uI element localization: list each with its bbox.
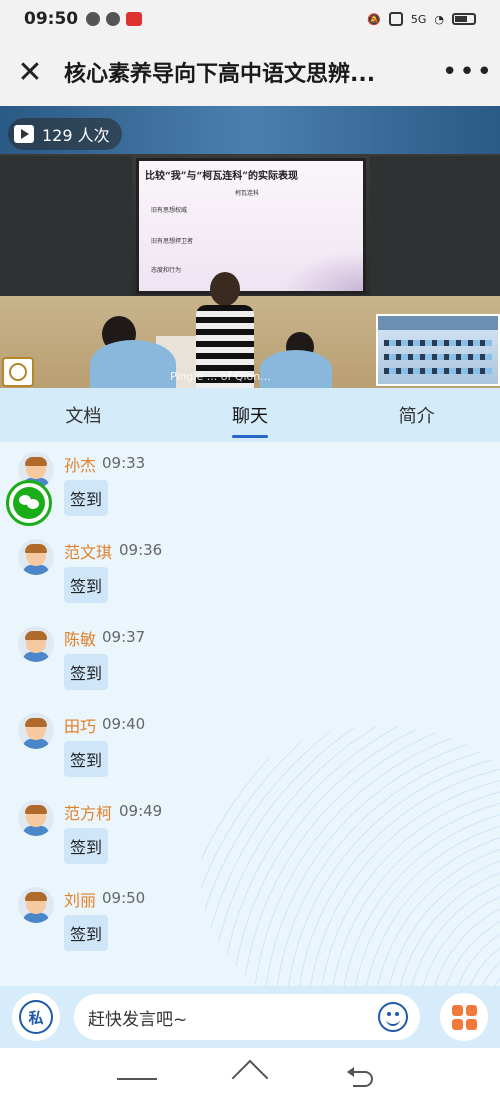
more-options-button[interactable]: ••• (436, 38, 500, 106)
student-figure (90, 340, 176, 388)
chat-input-placeholder: 赶快发言吧~ (88, 1009, 188, 1030)
play-icon (14, 125, 34, 143)
sender-name: 陈敏 (64, 630, 97, 649)
slide-title: 比较“我”与“柯瓦连科”的实际表现 (145, 171, 299, 182)
chat-message: 范方柯 09:49 签到 (18, 794, 478, 878)
close-button[interactable]: ✕ (0, 38, 60, 106)
chat-message: 孙杰 09:33 签到 (18, 446, 478, 530)
chat-message: 陈敏 09:37 签到 (18, 620, 478, 704)
blackboard-right (370, 156, 500, 296)
blackboard-left (0, 156, 132, 296)
tab-intro[interactable]: 简介 (333, 388, 500, 442)
message-bubble: 签到 (64, 567, 109, 603)
message-time: 09:50 (102, 889, 146, 907)
message-bubble: 签到 (64, 480, 109, 516)
message-time: 09:33 (102, 454, 146, 472)
tab-chat[interactable]: 聊天 (167, 388, 334, 442)
emoji-icon[interactable] (378, 1002, 408, 1032)
avatar[interactable] (18, 800, 54, 836)
chat-message: 范文琪 09:36 签到 (18, 533, 478, 617)
system-icons: 🔕 5G ◔ (367, 12, 476, 26)
sender-name: 范方柯 (64, 804, 113, 823)
sender-name: 范文琪 (64, 543, 113, 562)
hd-icon (388, 12, 403, 26)
app-notification-icon (126, 12, 143, 26)
slide-line: 旧有思想捍卫者 (151, 238, 194, 245)
message-time: 09:40 (102, 715, 146, 733)
message-time: 09:37 (102, 628, 146, 646)
school-logo (2, 357, 34, 387)
page-title: 核心素养导向下高中语文思辨... (64, 62, 376, 87)
slide-subtitle: 柯瓦连科 (235, 190, 260, 197)
chat-notification-icon (86, 12, 101, 26)
chat-message: 刘丽 09:50 签到 (18, 881, 478, 965)
chat-input[interactable]: 赶快发言吧~ (74, 994, 420, 1040)
message-bubble: 签到 (64, 741, 109, 777)
slide-line: 旧有思想权威 (151, 207, 188, 214)
avatar[interactable] (18, 887, 54, 923)
picture-in-picture-video[interactable] (376, 314, 500, 386)
wifi-icon: ◔ (434, 12, 444, 26)
home-icon (231, 1059, 269, 1097)
teacher-figure-head (210, 272, 240, 306)
close-icon: ✕ (17, 54, 43, 90)
network-label: 5G (410, 12, 427, 26)
private-message-button[interactable]: 私 (12, 993, 60, 1041)
input-bar: 私 赶快发言吧~ (0, 986, 500, 1048)
home-nav-button[interactable] (230, 1059, 270, 1099)
tab-bar: 文档 聊天 简介 (0, 388, 500, 442)
chat-message: 田巧 09:40 签到 (18, 707, 478, 791)
back-icon (347, 1067, 374, 1087)
message-time: 09:49 (119, 802, 163, 820)
title-bar: ✕ 核心素养导向下高中语文思辨... ••• (0, 38, 500, 106)
battery-icon (452, 13, 476, 25)
sender-name: 孙杰 (64, 456, 97, 475)
sender-name: 田巧 (64, 717, 97, 736)
private-label: 私 (19, 1000, 53, 1034)
avatar[interactable] (18, 713, 54, 749)
menu-nav-button[interactable] (116, 1059, 157, 1099)
projector-slide: 比较“我”与“柯瓦连科”的实际表现 柯瓦连科 旧有思想权威 旧有思想捍卫者 态度… (136, 158, 366, 294)
system-nav-bar (0, 1048, 500, 1110)
more-apps-button[interactable] (440, 993, 488, 1041)
sender-name: 刘丽 (64, 891, 97, 910)
student-figure (260, 350, 332, 388)
wechat-icon (13, 487, 45, 519)
video-watermark: Pingle ... of Qion... (170, 370, 271, 383)
link-notification-icon (106, 12, 121, 26)
avatar[interactable] (18, 626, 54, 662)
tab-documents[interactable]: 文档 (0, 388, 167, 442)
view-count-badge: 129 人次 (8, 118, 122, 150)
view-count: 129 人次 (42, 126, 110, 145)
avatar[interactable] (18, 539, 54, 575)
chat-list[interactable]: 孙杰 09:33 签到 范文琪 09:36 签到 陈敏 09:37 签到 田巧 … (0, 442, 500, 986)
slide-decoration (283, 251, 363, 291)
message-bubble: 签到 (64, 654, 109, 690)
message-bubble: 签到 (64, 828, 109, 864)
mute-icon: 🔕 (367, 12, 381, 26)
status-bar: 09:50 🔕 5G ◔ (0, 0, 500, 38)
wechat-share-button[interactable] (6, 480, 52, 526)
message-bubble: 签到 (64, 915, 109, 951)
notification-icons (86, 12, 143, 26)
back-nav-button[interactable] (343, 1059, 383, 1099)
status-time: 09:50 (24, 9, 79, 29)
message-time: 09:36 (119, 541, 163, 559)
